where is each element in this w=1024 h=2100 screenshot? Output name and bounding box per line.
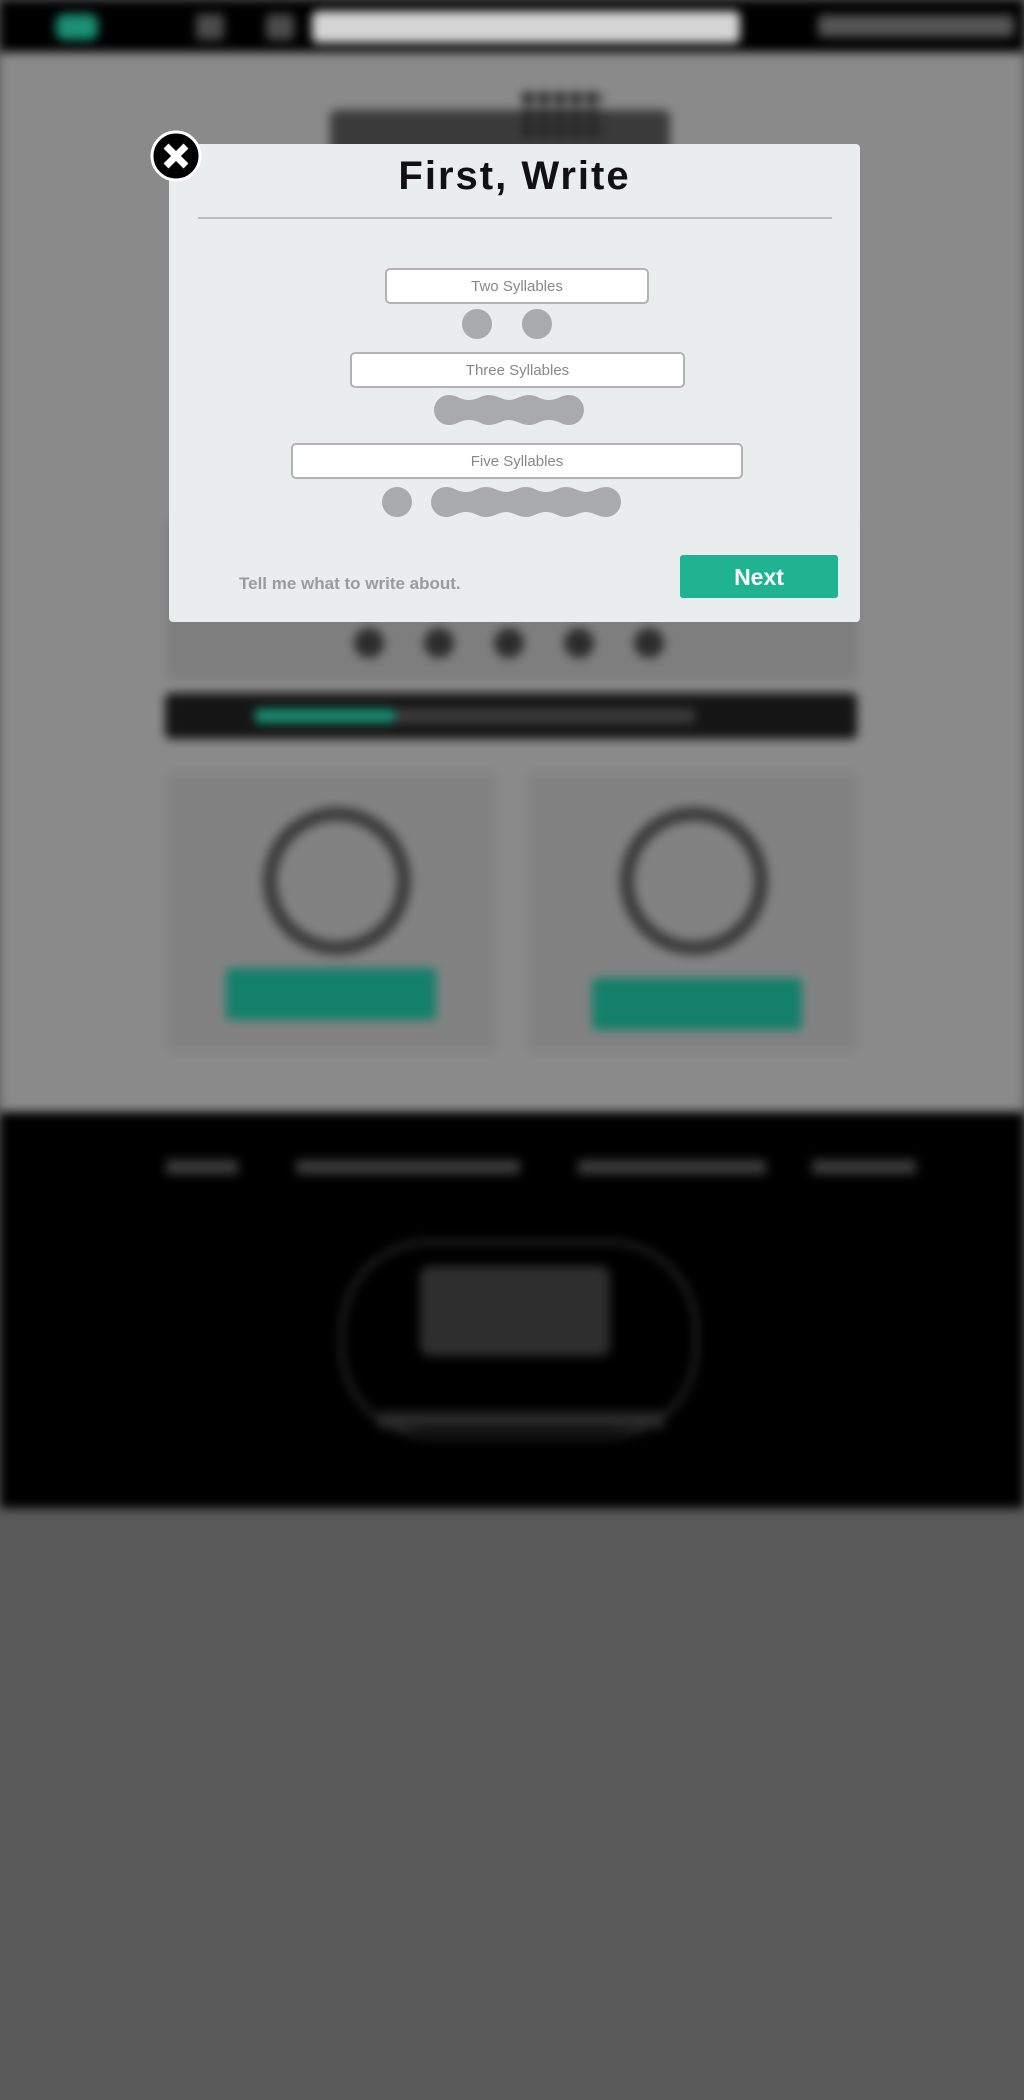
- footer-link: [166, 1160, 238, 1174]
- footer-link: [812, 1160, 916, 1174]
- two-syllable-markers: [462, 309, 552, 339]
- site-logo: [56, 14, 98, 40]
- dot: [494, 628, 524, 658]
- footer-tagline: [378, 1412, 664, 1428]
- two-syllables-input[interactable]: [385, 268, 649, 304]
- top-navbar: [0, 0, 1024, 52]
- syllable-dot-icon: [462, 309, 492, 339]
- bell-icon: [266, 14, 294, 40]
- syllable-wave-icon: [434, 395, 584, 425]
- dot: [634, 628, 664, 658]
- syllable-dot-icon: [522, 309, 552, 339]
- next-button[interactable]: Next: [680, 555, 838, 598]
- five-syllable-markers: [382, 487, 621, 517]
- close-icon: [150, 130, 202, 182]
- three-syllable-wave: [434, 395, 584, 425]
- modal-title: First, Write: [398, 154, 631, 198]
- feature-card-create: [166, 772, 496, 1052]
- dot: [424, 628, 454, 658]
- three-syllables-input[interactable]: [350, 352, 685, 388]
- plus-circle-icon: [263, 807, 411, 955]
- footer-link: [296, 1160, 520, 1174]
- close-modal-button[interactable]: [150, 130, 202, 182]
- footer-logo-mark: [420, 1266, 610, 1356]
- search-bar: [312, 11, 740, 43]
- user-menu: [818, 15, 1014, 37]
- write-modal: First, Write Tell me what to write about…: [169, 144, 860, 622]
- magnifier-icon: [620, 807, 768, 955]
- five-syllables-input[interactable]: [291, 443, 743, 479]
- dot: [354, 628, 384, 658]
- audio-player: [165, 693, 857, 739]
- grid-icon: [196, 14, 224, 40]
- topic-prompt-link[interactable]: Tell me what to write about.: [239, 574, 461, 594]
- syllable-dot-icon: [382, 487, 412, 517]
- hero-logo-dots: [520, 90, 604, 138]
- title-divider: [198, 217, 832, 219]
- feature-card-search: [528, 772, 858, 1052]
- dot: [564, 628, 594, 658]
- footer-link: [578, 1160, 766, 1174]
- syllable-wave-icon: [431, 487, 621, 517]
